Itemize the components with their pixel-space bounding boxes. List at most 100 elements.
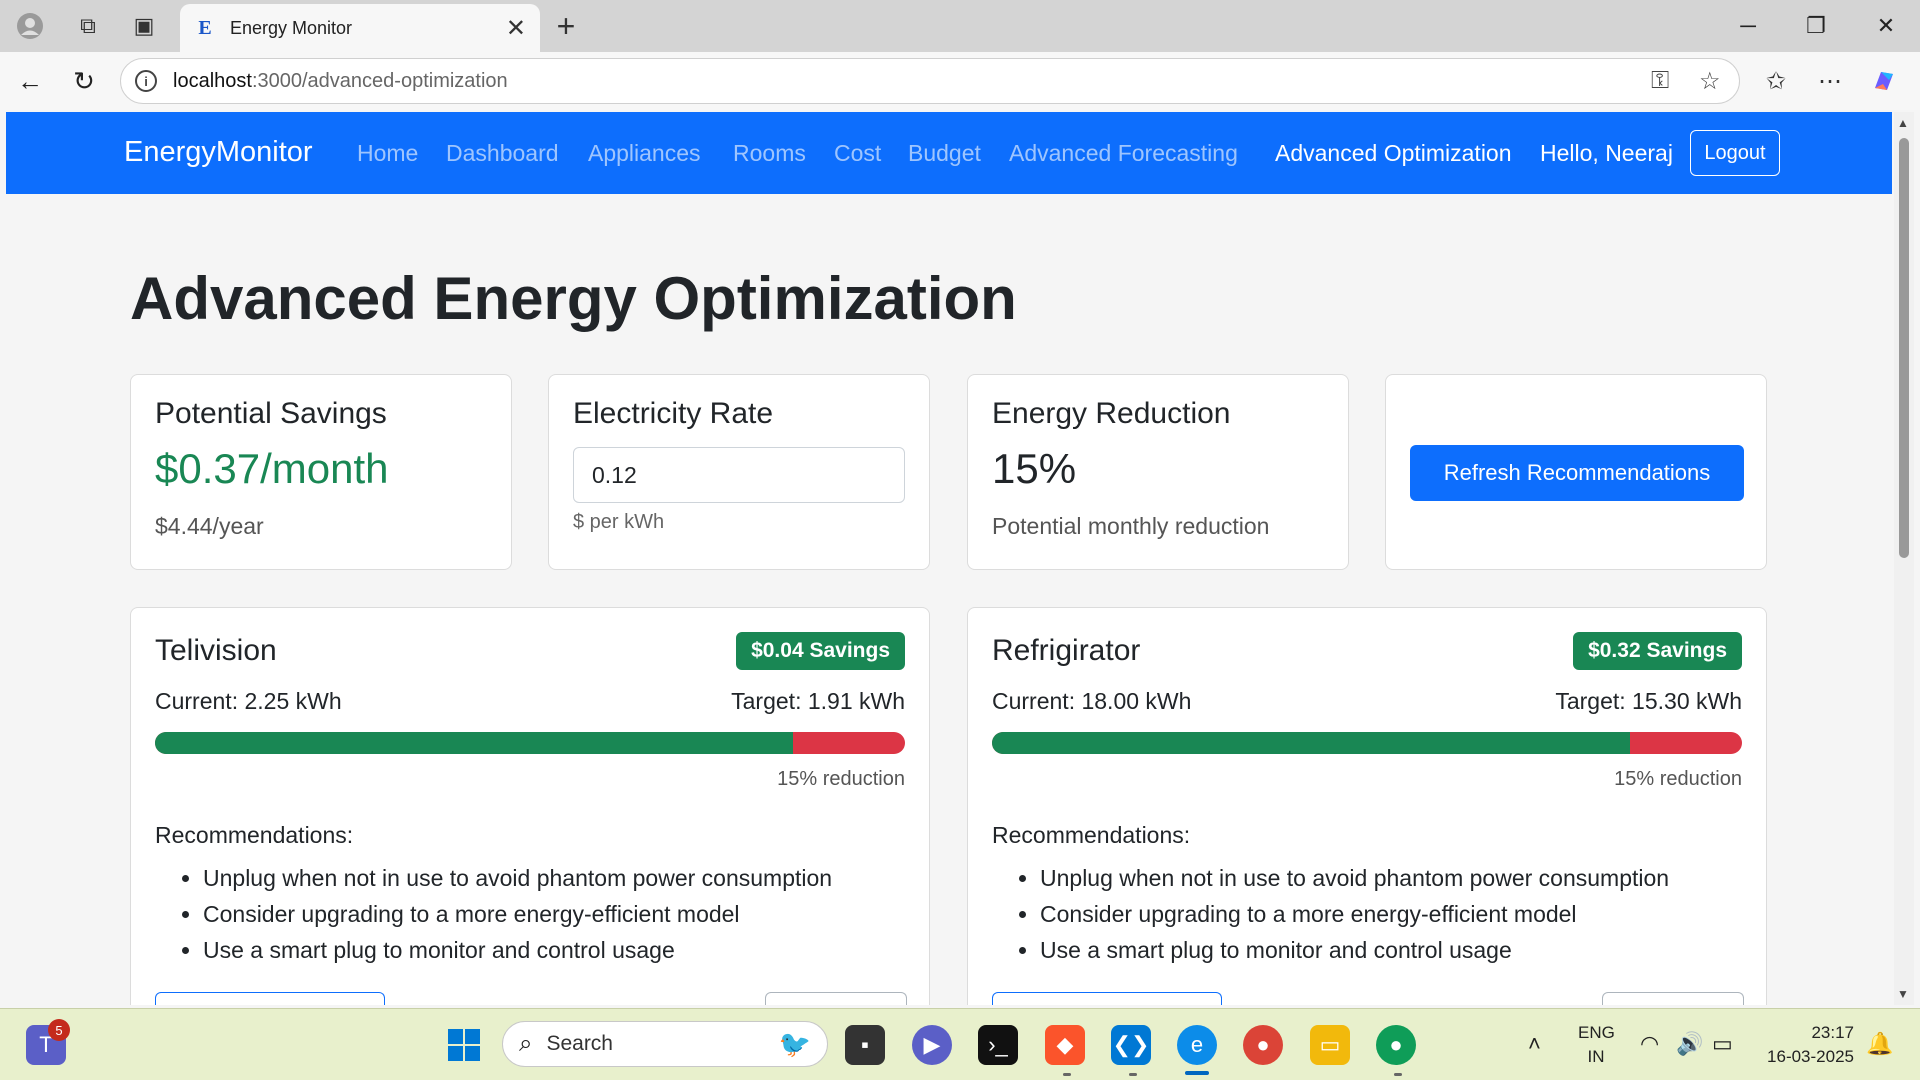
reduction-progress-bar [992, 732, 1742, 754]
nav-link-advanced-optimization[interactable]: Advanced Optimization [1275, 140, 1512, 167]
chevron-up-icon[interactable]: ˄ [1528, 1031, 1541, 1057]
battery-icon[interactable]: ▭ [1712, 1031, 1733, 1057]
search-icon: ⌕ [519, 1030, 533, 1057]
wifi-icon[interactable]: ◠ [1640, 1031, 1659, 1057]
url-host: localhost [173, 69, 252, 92]
target-fill [155, 732, 793, 754]
electricity-rate-input[interactable]: 0.12 [573, 447, 905, 503]
notification-badge: 5 [48, 1019, 70, 1041]
appliance-action-button-primary[interactable] [155, 992, 385, 1005]
task-view-icon[interactable]: ▪ [845, 1025, 885, 1065]
nav-link-advanced-forecasting[interactable]: Advanced Forecasting [1009, 140, 1238, 167]
back-icon[interactable]: ← [12, 63, 48, 99]
reduction-card: Energy Reduction 15% Potential monthly r… [967, 374, 1349, 570]
language-indicator[interactable]: ENG [1578, 1023, 1615, 1043]
target-usage: Target: 1.91 kWh [731, 688, 905, 714]
tab-title: Energy Monitor [230, 17, 353, 38]
target-fill [992, 732, 1630, 754]
site-info-icon[interactable]: i [135, 70, 157, 92]
browser-tab[interactable]: E Energy Monitor ✕ [180, 4, 540, 52]
edge-icon[interactable]: e [1177, 1025, 1217, 1065]
new-tab-icon[interactable]: + [548, 8, 584, 44]
list-item: Consider upgrading to a more energy-effi… [203, 896, 832, 932]
page-scrollbar[interactable]: ▲ ▼ [1894, 112, 1914, 1005]
appliance-action-button-secondary[interactable] [1602, 992, 1744, 1005]
reduction-value: 15% [992, 445, 1077, 492]
running-indicator [1063, 1073, 1071, 1076]
user-greeting: Hello, Neeraj [1540, 140, 1673, 166]
reduction-heading: Energy Reduction [992, 397, 1231, 430]
logout-button[interactable]: Logout [1690, 130, 1780, 176]
current-usage: Current: 2.25 kWh [155, 688, 342, 714]
volume-icon[interactable]: 🔊 [1676, 1031, 1703, 1057]
taskbar-search[interactable]: ⌕ Search 🐦 [502, 1021, 828, 1067]
tab-close-icon[interactable]: ✕ [506, 14, 526, 43]
region-indicator: IN [1587, 1047, 1605, 1066]
nav-link-home[interactable]: Home [357, 140, 418, 167]
refresh-recommendations-button[interactable]: Refresh Recommendations [1410, 445, 1744, 501]
list-item: Unplug when not in use to avoid phantom … [1040, 860, 1669, 896]
nav-link-budget[interactable]: Budget [908, 140, 981, 167]
vertical-tabs-icon[interactable]: ▣ [126, 8, 162, 44]
more-options-icon[interactable]: ⋯ [1812, 63, 1848, 99]
notification-bell-icon[interactable]: 🔔 [1866, 1031, 1893, 1057]
running-indicator [1129, 1073, 1137, 1076]
reduction-progress-bar [155, 732, 905, 754]
scroll-thumb[interactable] [1899, 138, 1909, 558]
close-window-icon[interactable]: ✕ [1858, 8, 1914, 44]
reload-icon[interactable]: ↻ [66, 63, 102, 99]
vscode-icon[interactable]: ❮❯ [1111, 1025, 1151, 1065]
minimize-icon[interactable]: ─ [1720, 8, 1776, 44]
running-indicator [1394, 1073, 1402, 1076]
meet-icon[interactable]: ▶ [912, 1025, 952, 1065]
list-item: Use a smart plug to monitor and control … [1040, 932, 1669, 968]
collections-icon[interactable]: ⧉ [70, 8, 106, 44]
appliance-card-refrigerator: Refrigirator $0.32 Savings Current: 18.0… [967, 607, 1767, 1005]
reduction-percent: 15% reduction [777, 768, 905, 790]
appliance-name: Refrigirator [992, 634, 1141, 667]
chrome-profile-icon[interactable]: ● [1376, 1025, 1416, 1065]
nav-link-rooms[interactable]: Rooms [733, 140, 806, 167]
page-viewport: EnergyMonitor Home Dashboard Appliances … [6, 112, 1892, 1005]
savings-heading: Potential Savings [155, 397, 387, 430]
yearly-savings: $4.44/year [155, 513, 264, 539]
reduction-percent: 15% reduction [1614, 768, 1742, 790]
navbar: EnergyMonitor Home Dashboard Appliances … [6, 112, 1892, 194]
nav-link-cost[interactable]: Cost [834, 140, 881, 167]
recommendations-list: Unplug when not in use to avoid phantom … [1040, 860, 1669, 968]
favorites-icon[interactable]: ✩ [1758, 63, 1794, 99]
clock-time[interactable]: 23:17 [1764, 1023, 1854, 1043]
appliance-action-button-secondary[interactable] [765, 992, 907, 1005]
rate-help-text: $ per kWh [573, 511, 665, 533]
page-title: Advanced Energy Optimization [130, 265, 1017, 332]
brave-browser-icon[interactable]: ◆ [1045, 1025, 1085, 1065]
windows-start-icon[interactable] [444, 1025, 484, 1065]
savings-badge: $0.04 Savings [736, 632, 905, 670]
recommendations-list: Unplug when not in use to avoid phantom … [203, 860, 832, 968]
key-icon[interactable]: ⚿ [1651, 67, 1669, 95]
address-bar[interactable]: i localhost:3000/advanced-optimization ⚿… [120, 58, 1740, 104]
scroll-up-icon[interactable]: ▲ [1897, 116, 1909, 130]
browser-tab-bar: ⧉ ▣ E Energy Monitor ✕ + ─ ❐ ✕ [0, 0, 1920, 52]
brand-link[interactable]: EnergyMonitor [124, 136, 313, 169]
restore-icon[interactable]: ❐ [1788, 8, 1844, 44]
url-path: :3000/advanced-optimization [251, 69, 508, 92]
nav-link-dashboard[interactable]: Dashboard [446, 140, 559, 167]
search-placeholder: Search [546, 1032, 613, 1055]
copilot-icon[interactable] [1866, 63, 1902, 99]
address-bar-row: ← ↻ i localhost:3000/advanced-optimizati… [0, 52, 1920, 110]
scroll-down-icon[interactable]: ▼ [1897, 987, 1909, 1001]
favorite-star-icon[interactable]: ☆ [1699, 67, 1721, 96]
list-item: Unplug when not in use to avoid phantom … [203, 860, 832, 896]
file-explorer-icon[interactable]: ▭ [1310, 1025, 1350, 1065]
taskbar: T 5 ⌕ Search 🐦 ▪ ▶ ›_ ◆ ❮❯ e ● ▭ ● ˄ ENG… [0, 1008, 1920, 1080]
active-app-indicator [1185, 1071, 1209, 1075]
rate-card: Electricity Rate 0.12 $ per kWh [548, 374, 930, 570]
profile-icon[interactable] [12, 8, 48, 44]
search-highlight-icon: 🐦 [778, 1028, 811, 1059]
appliance-action-button-primary[interactable] [992, 992, 1222, 1005]
terminal-icon[interactable]: ›_ [978, 1025, 1018, 1065]
chrome-icon[interactable]: ● [1243, 1025, 1283, 1065]
target-usage: Target: 15.30 kWh [1555, 688, 1742, 714]
nav-link-appliances[interactable]: Appliances [588, 140, 701, 167]
